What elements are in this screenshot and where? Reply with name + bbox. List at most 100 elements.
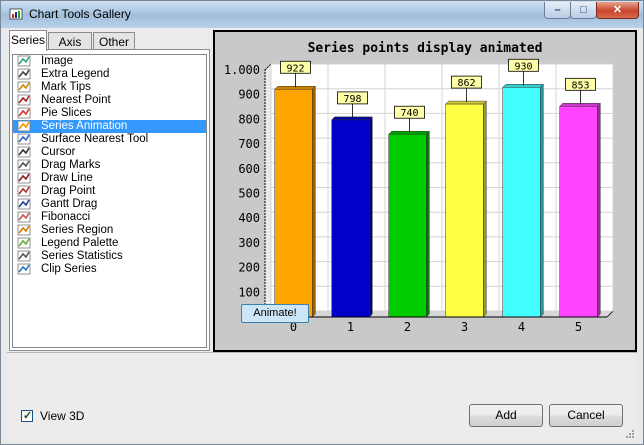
- data-label: 798: [343, 94, 361, 105]
- data-label: 922: [286, 63, 304, 74]
- draw-line-icon: [17, 172, 31, 184]
- minimize-button[interactable]: –: [544, 2, 571, 19]
- drag-point-icon: [17, 185, 31, 197]
- checkmark-icon: ✓: [23, 410, 33, 422]
- client-area: Series Axis Other Image Extra Legend Mark …: [7, 28, 637, 441]
- y-tick-label: 800: [238, 112, 260, 126]
- y-tick-label: 300: [238, 236, 260, 250]
- minimize-icon: –: [554, 4, 561, 16]
- bar-side: [312, 85, 316, 318]
- legend-palette-icon: [17, 237, 31, 249]
- maximize-button[interactable]: □: [570, 2, 597, 19]
- x-tick-label: 2: [404, 320, 411, 334]
- extra-legend-icon: [17, 68, 31, 80]
- cancel-button[interactable]: Cancel: [549, 404, 623, 427]
- close-button[interactable]: ✕: [596, 2, 639, 19]
- list-item[interactable]: Extra Legend: [13, 68, 206, 81]
- chart-left-wall: [264, 62, 272, 319]
- maximize-icon: □: [580, 4, 587, 16]
- list-item[interactable]: Draw Line: [13, 172, 206, 185]
- bar: [331, 119, 370, 318]
- data-label: 853: [571, 80, 589, 91]
- list-item[interactable]: Series Region: [13, 224, 206, 237]
- list-item-label: Mark Tips: [41, 81, 91, 93]
- x-tick-label: 1: [347, 320, 354, 334]
- bar-side: [426, 130, 430, 318]
- window-title: Chart Tools Gallery: [29, 7, 131, 21]
- clip-series-icon: [17, 263, 31, 275]
- app-icon: [9, 8, 23, 20]
- series-animation-icon: [17, 120, 31, 132]
- pie-slices-icon: [17, 107, 31, 119]
- list-item[interactable]: Gantt Drag: [13, 198, 206, 211]
- bar: [559, 106, 598, 318]
- y-tick-label: 600: [238, 162, 260, 176]
- bar: [274, 89, 313, 318]
- list-item-label: Series Animation: [41, 120, 128, 132]
- resize-grip-icon[interactable]: [625, 429, 635, 439]
- bar-top: [331, 116, 373, 121]
- animate-button[interactable]: Animate!: [241, 304, 309, 323]
- list-item-label: Legend Palette: [41, 237, 119, 249]
- bar-top: [559, 103, 601, 107]
- bar-side: [597, 102, 601, 318]
- list-item[interactable]: Mark Tips: [13, 81, 206, 94]
- list-item[interactable]: Cursor: [13, 146, 206, 159]
- list-item-label: Extra Legend: [41, 68, 110, 80]
- view-3d-checkbox[interactable]: ✓: [21, 410, 33, 422]
- list-item[interactable]: Surface Nearest Tool: [13, 133, 206, 146]
- bar-chart: Series points display animated 1.000 900 80…: [224, 41, 614, 334]
- list-item[interactable]: Series Statistics: [13, 250, 206, 263]
- list-item[interactable]: Fibonacci: [13, 211, 206, 224]
- image-icon: [17, 55, 31, 67]
- tab-panel-series: Image Extra Legend Mark Tips Nearest Point P…: [9, 49, 210, 351]
- chart-tools-gallery-window: Chart Tools Gallery – □ ✕ Series Axis Ot…: [0, 0, 644, 445]
- drag-marks-icon: [17, 159, 31, 171]
- gantt-drag-icon: [17, 198, 31, 210]
- list-item[interactable]: Series Animation: [13, 120, 206, 133]
- x-tick-label: 4: [518, 320, 525, 334]
- cursor-icon: [17, 146, 31, 158]
- tab-axis[interactable]: Axis: [48, 32, 92, 50]
- list-item-label: Pie Slices: [41, 107, 92, 119]
- series-region-icon: [17, 224, 31, 236]
- list-item-label: Series Statistics: [41, 250, 123, 262]
- data-label: 862: [457, 78, 475, 89]
- tools-listbox[interactable]: Image Extra Legend Mark Tips Nearest Point P…: [12, 54, 207, 348]
- list-item[interactable]: Nearest Point: [13, 94, 206, 107]
- title-bar[interactable]: Chart Tools Gallery – □ ✕: [1, 1, 643, 28]
- x-tick-label: 3: [461, 320, 468, 334]
- list-item-label: Drag Point: [41, 185, 96, 197]
- bar-top: [274, 86, 316, 90]
- bar-top: [388, 130, 430, 135]
- bar-top: [502, 84, 544, 88]
- list-item[interactable]: Clip Series: [13, 263, 206, 276]
- list-item-label: Drag Marks: [41, 159, 101, 171]
- list-item[interactable]: Pie Slices: [13, 107, 206, 120]
- list-item[interactable]: Legend Palette: [13, 237, 206, 250]
- bar-side: [483, 100, 487, 318]
- x-tick-label: 5: [575, 320, 582, 334]
- bottom-panel: ✓ View 3D Add Cancel: [7, 352, 637, 441]
- nearest-point-icon: [17, 94, 31, 106]
- view-3d-label: View 3D: [40, 409, 85, 423]
- list-item[interactable]: Image: [13, 55, 206, 68]
- list-item-label: Gantt Drag: [41, 198, 98, 210]
- data-label: 740: [400, 108, 418, 119]
- chart-panel[interactable]: Series points display animated 1.000 900 80…: [213, 30, 637, 352]
- list-item-label: Surface Nearest Tool: [41, 133, 149, 145]
- y-tick-label: 200: [238, 261, 260, 275]
- fibonacci-icon: [17, 211, 31, 223]
- list-item-label: Draw Line: [41, 172, 93, 184]
- bar: [445, 103, 484, 318]
- tab-series[interactable]: Series: [9, 30, 47, 51]
- list-item[interactable]: Drag Point: [13, 185, 206, 198]
- list-item-label: Cursor: [41, 146, 76, 158]
- add-button[interactable]: Add: [469, 404, 543, 427]
- tab-other[interactable]: Other: [93, 32, 135, 50]
- y-tick-label: 400: [238, 211, 260, 225]
- list-item[interactable]: Drag Marks: [13, 159, 206, 172]
- y-tick-label: 700: [238, 137, 260, 151]
- bar-side: [540, 83, 544, 318]
- close-icon: ✕: [612, 4, 623, 16]
